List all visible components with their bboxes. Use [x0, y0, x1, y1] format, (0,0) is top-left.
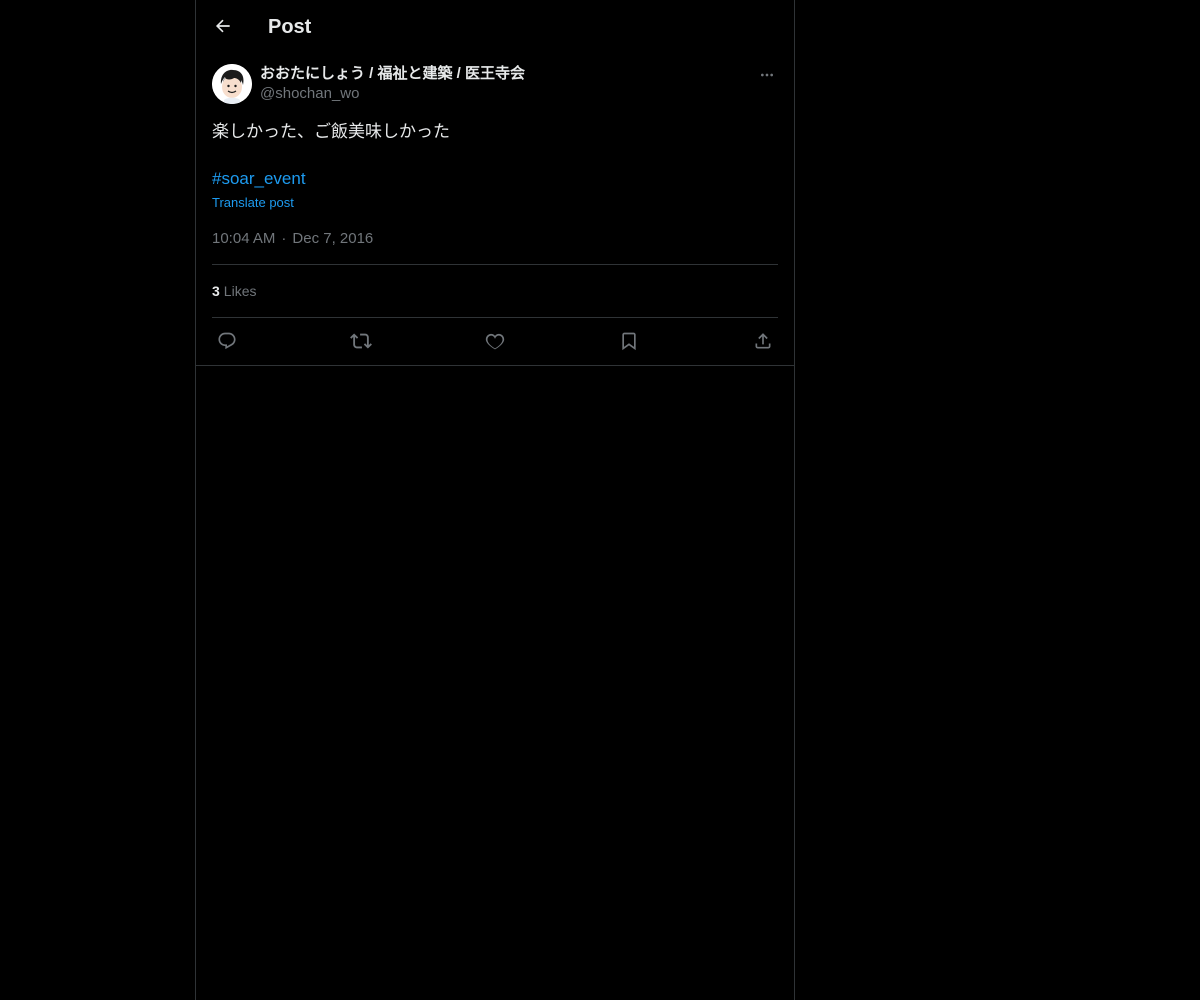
- hashtag-link[interactable]: #soar_event: [212, 168, 306, 190]
- back-button[interactable]: [208, 11, 238, 41]
- post-time[interactable]: 10:04 AM: [212, 230, 275, 247]
- author-name[interactable]: おおたにしょう / 福祉と建築 / 医王寺会: [260, 64, 525, 84]
- reply-icon: [218, 332, 236, 350]
- reply-button[interactable]: [212, 328, 242, 354]
- meta-separator: ·: [281, 230, 287, 247]
- likes-label: Likes: [223, 283, 257, 299]
- bookmark-button[interactable]: [614, 328, 644, 354]
- author-handle[interactable]: @shochan_wo: [260, 84, 525, 104]
- avatar-image: [212, 64, 252, 104]
- divider: [212, 264, 778, 265]
- share-button[interactable]: [748, 328, 778, 354]
- translate-post-link[interactable]: Translate post: [212, 195, 294, 211]
- post-text: 楽しかった、ご飯美味しかった: [212, 122, 450, 141]
- share-icon: [755, 333, 771, 349]
- bookmark-icon: [622, 332, 636, 351]
- more-icon: [761, 73, 773, 77]
- page-title: Post: [268, 16, 312, 38]
- more-button[interactable]: [756, 64, 778, 86]
- arrow-left-icon: [215, 19, 230, 33]
- author-block: おおたにしょう / 福祉と建築 / 医王寺会 @shochan_wo: [260, 64, 525, 104]
- like-button[interactable]: [480, 328, 510, 354]
- likes-link[interactable]: 3 Likes: [212, 282, 256, 300]
- post-bottom-border: [196, 365, 794, 366]
- post-date[interactable]: Dec 7, 2016: [292, 230, 373, 247]
- action-bar: [212, 328, 778, 354]
- repost-icon: [350, 333, 372, 349]
- primary-column: Post おおたにしょう / 福祉と建築 / 医王寺会 @shochan_wo: [195, 0, 795, 1000]
- divider: [212, 317, 778, 318]
- post-timestamp: 10:04 AM · Dec 7, 2016: [212, 229, 373, 249]
- likes-count: 3: [212, 283, 220, 299]
- like-icon: [485, 333, 505, 350]
- avatar[interactable]: [212, 64, 252, 104]
- repost-button[interactable]: [346, 328, 376, 354]
- top-bar: Post: [196, 0, 794, 53]
